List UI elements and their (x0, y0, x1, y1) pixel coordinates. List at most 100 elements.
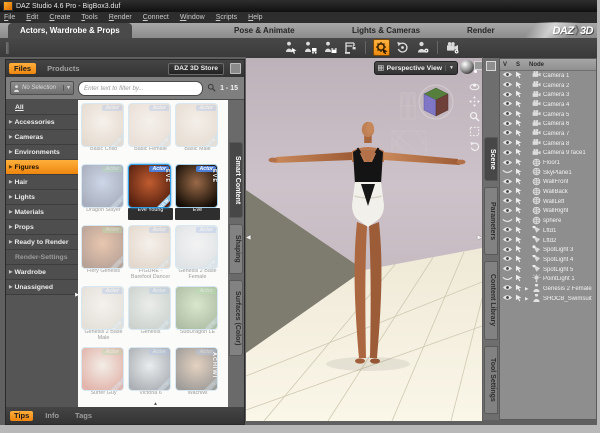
zoom-tool-icon[interactable] (468, 110, 480, 122)
select-cursor-icon[interactable] (515, 226, 523, 236)
select-cursor-icon[interactable] (515, 148, 523, 159)
crane-tool-icon[interactable] (343, 40, 358, 55)
menu-connect[interactable]: Connect (143, 14, 169, 21)
daz-3d-store-button[interactable]: DAZ 3D Store (168, 62, 224, 75)
select-cursor-icon[interactable] (515, 110, 523, 120)
select-cursor-icon[interactable] (515, 119, 523, 129)
eye-open-icon[interactable] (502, 139, 513, 148)
scroll-hint-icon[interactable]: ▲ (153, 401, 158, 407)
collapse-left-handle[interactable]: ◀ (246, 234, 251, 241)
eye-open-icon[interactable] (502, 284, 513, 293)
expand-icon[interactable]: ▶ (525, 296, 530, 302)
select-cursor-icon[interactable] (515, 168, 523, 178)
eye-open-icon[interactable] (502, 91, 513, 100)
scene-node-spotlight-5[interactable]: SpotLight 5 (500, 264, 596, 275)
active-scene-tool-icon[interactable] (373, 39, 390, 56)
select-cursor-icon[interactable] (515, 139, 523, 149)
menu-window[interactable]: Window (180, 14, 205, 21)
category-figures[interactable]: ▶ Figures (6, 160, 78, 175)
category-lights[interactable]: ▶ Lights (6, 190, 78, 205)
eye-open-icon[interactable] (502, 120, 513, 129)
footer-tab-tips[interactable]: Tips (10, 410, 34, 421)
content-item-wachiwi[interactable]: Actor NEW ACHIWI Wachiwi (175, 347, 220, 406)
eye-open-icon[interactable] (502, 178, 513, 187)
expand-icon[interactable]: ▶ (525, 286, 530, 292)
content-item-genesis[interactable]: Actor NEW Genesis (128, 286, 173, 345)
eye-open-icon[interactable] (502, 246, 513, 255)
scene-node-lftd2[interactable]: Lftd2 (500, 235, 596, 246)
tab-content-library[interactable]: Content Library (484, 260, 498, 340)
scene-node-camera-1[interactable]: Camera 1 (500, 71, 596, 81)
category-wardrobe[interactable]: ▶ Wardrobe (6, 265, 78, 280)
orbit-tool-icon[interactable] (468, 80, 480, 92)
content-item-surfer-guy[interactable]: Actor NEW Surfer Guy (81, 347, 126, 406)
activity-tab-lights-cameras[interactable]: Lights & Cameras (340, 23, 432, 38)
figure-cart-icon[interactable] (303, 40, 318, 55)
select-cursor-icon[interactable] (515, 274, 523, 284)
scene-node-spotlight-3[interactable]: SpotLight 3 (500, 245, 596, 255)
eye-closed-icon[interactable] (502, 168, 513, 177)
menu-create[interactable]: Create (49, 14, 70, 21)
scene-node-camera-2[interactable]: Camera 2 (500, 81, 596, 91)
select-cursor-icon[interactable] (515, 158, 523, 168)
eye-open-icon[interactable] (502, 110, 513, 119)
select-cursor-icon[interactable] (515, 284, 523, 294)
select-cursor-icon[interactable] (515, 197, 523, 207)
eye-open-icon[interactable] (502, 197, 513, 206)
viewport-options-icon[interactable] (474, 61, 482, 70)
eye-open-icon[interactable] (502, 81, 513, 90)
scene-node-skyplane1[interactable]: SkyPlane1 (500, 167, 596, 178)
eye-open-icon[interactable] (502, 255, 513, 264)
select-cursor-icon[interactable] (515, 294, 523, 304)
filter-input[interactable]: Enter text to filter by... (78, 80, 204, 96)
menu-render[interactable]: Render (109, 14, 132, 21)
activity-tab-render[interactable]: Render (455, 23, 507, 38)
render-camera-icon[interactable] (445, 40, 460, 55)
frame-tool-icon[interactable] (468, 125, 480, 137)
select-cursor-icon[interactable] (515, 245, 523, 255)
scene-node-wallleft[interactable]: WallLeft (500, 197, 596, 207)
scene-node-floor1[interactable]: Floor1 (500, 158, 596, 168)
eye-open-icon[interactable] (502, 100, 513, 109)
category-accessories[interactable]: ▶ Accessories (6, 115, 78, 130)
activity-tab-actors-wardrobe-props[interactable]: Actors, Wardrobe & Props (8, 23, 132, 38)
tab-smart-content[interactable]: Smart Content (229, 142, 243, 218)
select-cursor-icon[interactable] (515, 265, 523, 275)
scene-node-wallback[interactable]: WallBack (500, 187, 596, 197)
tab-surfaces-color[interactable]: Surfaces (Color) (229, 280, 243, 356)
scene-node-shocb-swimsuit[interactable]: ▶ SHOCB_Swimsuit (500, 293, 596, 304)
selection-dropdown[interactable]: No Selection ▼ (10, 81, 74, 95)
footer-tab-info[interactable]: Info (41, 411, 63, 421)
scene-node-camera-5[interactable]: Camera 5 (500, 110, 596, 120)
content-item-figure-barefoot-dancer[interactable]: Actor NEW FIGURE - Barefoot Dancer (128, 225, 173, 284)
select-cursor-icon[interactable] (515, 71, 523, 81)
eye-open-icon[interactable] (502, 265, 513, 274)
figure-save-icon[interactable] (323, 40, 338, 55)
eye-open-icon[interactable] (502, 207, 513, 216)
pane-tab-files[interactable]: Files (9, 63, 37, 74)
select-cursor-icon[interactable] (515, 216, 523, 226)
select-cursor-icon[interactable] (515, 100, 523, 110)
scene-node-pointlight-1[interactable]: PointLight 1 (500, 274, 596, 284)
scene-node-camera-4[interactable]: Camera 4 (500, 100, 596, 110)
category-unassigned[interactable]: ▶ Unassigned (6, 280, 78, 295)
category-render-settings[interactable]: Render-Settings (6, 250, 78, 265)
tab-shaping[interactable]: Shaping (229, 224, 243, 274)
content-item-basic-male[interactable]: Actor NEW Basic Male (175, 103, 220, 162)
scene-node-wallright[interactable]: WallRight (500, 206, 596, 217)
pane-dock-icon[interactable] (230, 63, 241, 74)
select-cursor-icon[interactable] (515, 81, 523, 91)
toolbar-grip[interactable] (6, 41, 9, 54)
scene-node-lftd1[interactable]: Lftd1 (500, 226, 596, 236)
scene-node-sphere[interactable]: sphere (500, 216, 596, 226)
search-icon[interactable] (207, 79, 216, 97)
reset-view-icon[interactable] (468, 140, 480, 152)
scene-node-camera-7[interactable]: Camera 7 (500, 129, 596, 139)
content-item-basic-child[interactable]: Actor NEW Basic Child (81, 103, 126, 162)
select-cursor-icon[interactable] (515, 90, 523, 100)
eye-closed-icon[interactable] (502, 275, 513, 284)
eye-open-icon[interactable] (502, 188, 513, 197)
content-item-genesis-2-base-female[interactable]: Actor NEW Genesis 2 Base Female (175, 225, 220, 284)
eye-open-icon[interactable] (502, 71, 513, 80)
category-hair[interactable]: ▶ Hair (6, 175, 78, 190)
